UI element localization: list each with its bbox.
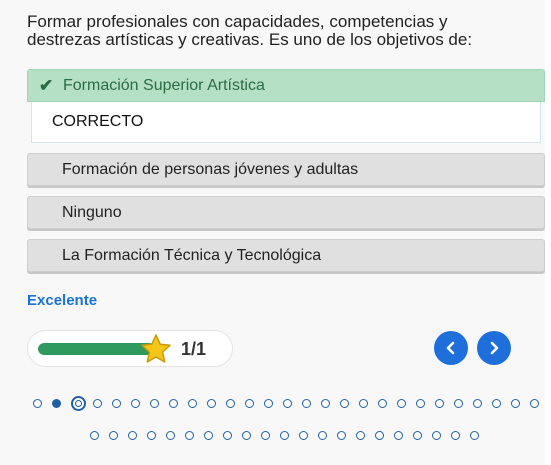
answer-option-correct[interactable]: ✔ Formación Superior Artística: [27, 69, 545, 102]
pagination-dot[interactable]: [188, 399, 197, 408]
pagination-dot[interactable]: [302, 399, 311, 408]
pagination-dot[interactable]: [397, 399, 406, 408]
pagination-dot[interactable]: [340, 399, 349, 408]
progress-fill: [38, 343, 156, 355]
pagination-dot[interactable]: [71, 396, 86, 411]
pagination-dot[interactable]: [473, 399, 482, 408]
pagination-dot[interactable]: [378, 399, 387, 408]
answer-option[interactable]: Ninguno: [27, 196, 545, 229]
pagination-dot[interactable]: [321, 399, 330, 408]
pagination-dot[interactable]: [131, 399, 140, 408]
pagination-dot[interactable]: [128, 431, 137, 440]
pagination-dot[interactable]: [166, 431, 175, 440]
answer-option[interactable]: Formación de personas jóvenes y adultas: [27, 153, 545, 186]
pagination-dot[interactable]: [394, 431, 403, 440]
star-icon: [141, 334, 171, 363]
pagination-dot[interactable]: [435, 399, 444, 408]
result-label: Excelente: [27, 292, 98, 309]
pagination-dot[interactable]: [223, 431, 232, 440]
pagination-dot[interactable]: [416, 399, 425, 408]
pagination-dot[interactable]: [112, 399, 121, 408]
pagination-dot[interactable]: [337, 431, 346, 440]
pagination-dot[interactable]: [150, 399, 159, 408]
score-text: 1/1: [181, 339, 207, 359]
checkmark-icon: ✔: [39, 75, 54, 95]
scrollbar[interactable]: [545, 0, 551, 465]
answer-label: Ninguno: [62, 203, 122, 221]
question-line-1: Formar profesionales con capacidades, co…: [27, 12, 448, 31]
pagination-dot[interactable]: [432, 431, 441, 440]
answer-option[interactable]: La Formación Técnica y Tecnológica: [27, 239, 545, 272]
pagination-dot[interactable]: [261, 431, 270, 440]
pagination-row: [33, 396, 549, 411]
answer-label: La Formación Técnica y Tecnológica: [62, 246, 322, 264]
pagination-dot[interactable]: [375, 431, 384, 440]
previous-button[interactable]: [434, 331, 468, 365]
pagination-dot[interactable]: [451, 431, 460, 440]
feedback-box: CORRECTO: [31, 102, 541, 143]
pagination-dot[interactable]: [245, 399, 254, 408]
progress-indicator: 1/1: [27, 330, 233, 367]
pagination-dot[interactable]: [33, 399, 42, 408]
pagination-dot[interactable]: [169, 399, 178, 408]
feedback-text: CORRECTO: [52, 113, 144, 130]
pagination-dot[interactable]: [226, 399, 235, 408]
progress-bar: [38, 343, 156, 355]
next-button[interactable]: [477, 331, 511, 365]
pagination-dot[interactable]: [204, 431, 213, 440]
pagination-dot[interactable]: [356, 431, 365, 440]
pagination-dot[interactable]: [299, 431, 308, 440]
pagination-dot[interactable]: [147, 431, 156, 440]
pagination-dot[interactable]: [93, 399, 102, 408]
pagination-dot[interactable]: [264, 399, 273, 408]
pagination-dot[interactable]: [530, 399, 539, 408]
pagination-dot[interactable]: [492, 399, 501, 408]
pagination-dot[interactable]: [454, 399, 463, 408]
pagination-dot[interactable]: [318, 431, 327, 440]
pagination-dot[interactable]: [511, 399, 520, 408]
pagination-row: [90, 431, 489, 440]
question-line-2: destrezas artísticas y creativas. Es uno…: [27, 30, 473, 49]
pagination-dot[interactable]: [207, 399, 216, 408]
answer-label: Formación de personas jóvenes y adultas: [62, 160, 359, 178]
pagination-dot[interactable]: [90, 431, 99, 440]
chevron-left-icon: [446, 341, 455, 355]
pagination-dot[interactable]: [52, 399, 61, 408]
answer-label: Formación Superior Artística: [63, 76, 265, 94]
pagination-dot[interactable]: [413, 431, 422, 440]
chevron-right-icon: [490, 341, 499, 355]
pagination-dot[interactable]: [359, 399, 368, 408]
pagination-dot[interactable]: [185, 431, 194, 440]
pagination-dot[interactable]: [280, 431, 289, 440]
question-text: Formar profesionales con capacidades, co…: [27, 13, 527, 49]
quiz-panel: Formar profesionales con capacidades, co…: [0, 0, 545, 465]
pagination-dot[interactable]: [242, 431, 251, 440]
pagination-dot[interactable]: [470, 431, 479, 440]
pagination-dot[interactable]: [109, 431, 118, 440]
pagination-dot[interactable]: [283, 399, 292, 408]
